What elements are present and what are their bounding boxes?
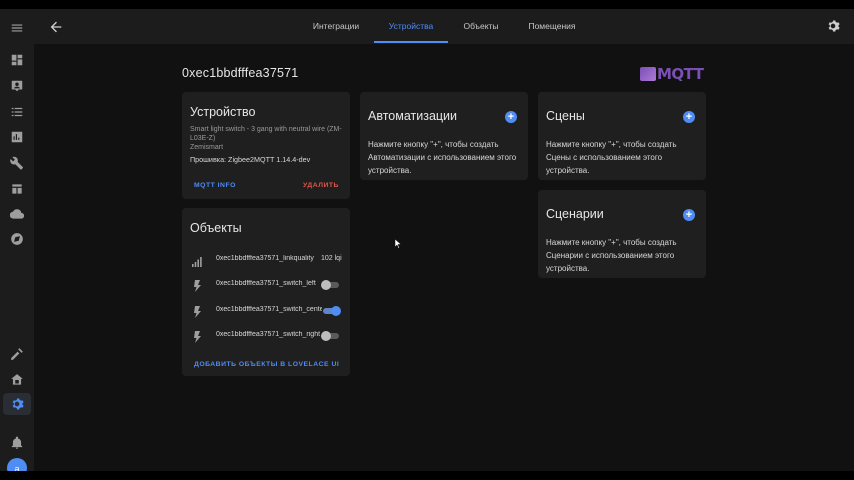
scripts-card: Сценарии + Нажмите кнопку "+", чтобы соз… [538, 190, 706, 278]
tab-entities[interactable]: Объекты [452, 9, 510, 44]
sidebar: a [0, 9, 34, 471]
entity-toggle[interactable] [321, 331, 341, 341]
automations-hint: Нажмите кнопку "+", чтобы создать Автома… [368, 140, 517, 175]
device-card: Устройство Smart light switch - 3 gang w… [182, 92, 350, 199]
back-arrow-icon[interactable] [48, 19, 64, 35]
hacs-icon[interactable] [9, 372, 25, 388]
entity-state: 102 lqi [321, 255, 342, 262]
device-manufacturer: Zemismart [190, 144, 224, 151]
topbar: Интеграции Устройства Объекты Помещения [34, 9, 854, 44]
entity-name: 0xec1bbdfffea37571_switch_right [216, 331, 321, 338]
bell-icon[interactable] [9, 435, 25, 451]
entity-row-switch-center[interactable]: 0xec1bbdfffea37571_switch_center [182, 301, 350, 321]
scenes-card: Сцены + Нажмите кнопку "+", чтобы создат… [538, 92, 706, 180]
device-firmware: Прошивка: Zigbee2MQTT 1.14.4-dev [190, 155, 311, 164]
app-frame: a Интеграции Устройства Объекты Помещени… [0, 9, 854, 471]
tab-devices[interactable]: Устройства [374, 9, 448, 44]
history-icon[interactable] [9, 129, 25, 145]
tab-areas[interactable]: Помещения [518, 9, 586, 44]
signal-icon [192, 254, 202, 267]
add-script-button[interactable]: + [683, 209, 695, 221]
active-tab-indicator [374, 41, 448, 43]
avatar[interactable]: a [7, 458, 27, 471]
cloud-icon[interactable] [9, 206, 25, 222]
scripts-card-title: Сценарии [546, 207, 604, 221]
entity-row-switch-left[interactable]: 0xec1bbdfffea37571_switch_left [182, 275, 350, 295]
map-icon[interactable] [9, 78, 25, 94]
gear-icon[interactable] [826, 19, 840, 33]
tab-integrations[interactable]: Интеграции [300, 9, 372, 44]
delete-button[interactable]: УДАЛИТЬ [303, 182, 339, 189]
mouse-cursor-icon [395, 239, 402, 249]
automations-card: Автоматизации + Нажмите кнопку "+", чтоб… [360, 92, 528, 180]
entity-row-switch-right[interactable]: 0xec1bbdfffea37571_switch_right [182, 326, 350, 346]
device-model: Smart light switch - 3 gang with neutral… [190, 126, 342, 142]
mqtt-logo: MQTT [640, 65, 704, 83]
entity-toggle[interactable] [321, 280, 341, 290]
automations-card-title: Автоматизации [368, 109, 458, 123]
entities-card-title: Объекты [190, 221, 242, 235]
scenes-hint: Нажмите кнопку "+", чтобы создать Сцены … [546, 140, 677, 175]
compass-icon[interactable] [9, 231, 25, 247]
entity-name: 0xec1bbdfffea37571_linkquality [216, 255, 314, 262]
add-to-lovelace-button[interactable]: ДОБАВИТЬ ОБЪЕКТЫ В LOVELACE UI [194, 361, 339, 368]
settings-icon[interactable] [9, 396, 25, 412]
media-browser-icon[interactable] [9, 181, 25, 197]
mqtt-logo-mark [640, 67, 656, 81]
flash-icon [192, 330, 202, 343]
add-automation-button[interactable]: + [505, 111, 517, 123]
flash-icon [192, 279, 202, 292]
page-title: 0xec1bbdfffea37571 [182, 66, 299, 80]
dashboard-icon[interactable] [9, 52, 25, 68]
entity-toggle[interactable] [321, 306, 341, 316]
scenes-card-title: Сцены [546, 109, 585, 123]
scripts-hint: Нажмите кнопку "+", чтобы создать Сценар… [546, 238, 677, 273]
entity-name: 0xec1bbdfffea37571_switch_center [216, 306, 322, 313]
add-scene-button[interactable]: + [683, 111, 695, 123]
device-card-title: Устройство [190, 105, 256, 119]
logbook-icon[interactable] [9, 104, 25, 120]
entities-card: Объекты 0xec1bbdfffea37571_linkquality 1… [182, 208, 350, 376]
developer-tools-icon[interactable] [9, 346, 25, 362]
flash-icon [192, 305, 202, 318]
menu-icon[interactable] [9, 20, 25, 36]
mqtt-info-button[interactable]: MQTT INFO [194, 182, 236, 189]
mqtt-logo-text: MQTT [657, 65, 704, 83]
entity-row-linkquality[interactable]: 0xec1bbdfffea37571_linkquality 102 lqi [182, 250, 350, 270]
wrench-icon[interactable] [9, 155, 25, 171]
entity-name: 0xec1bbdfffea37571_switch_left [216, 280, 316, 287]
